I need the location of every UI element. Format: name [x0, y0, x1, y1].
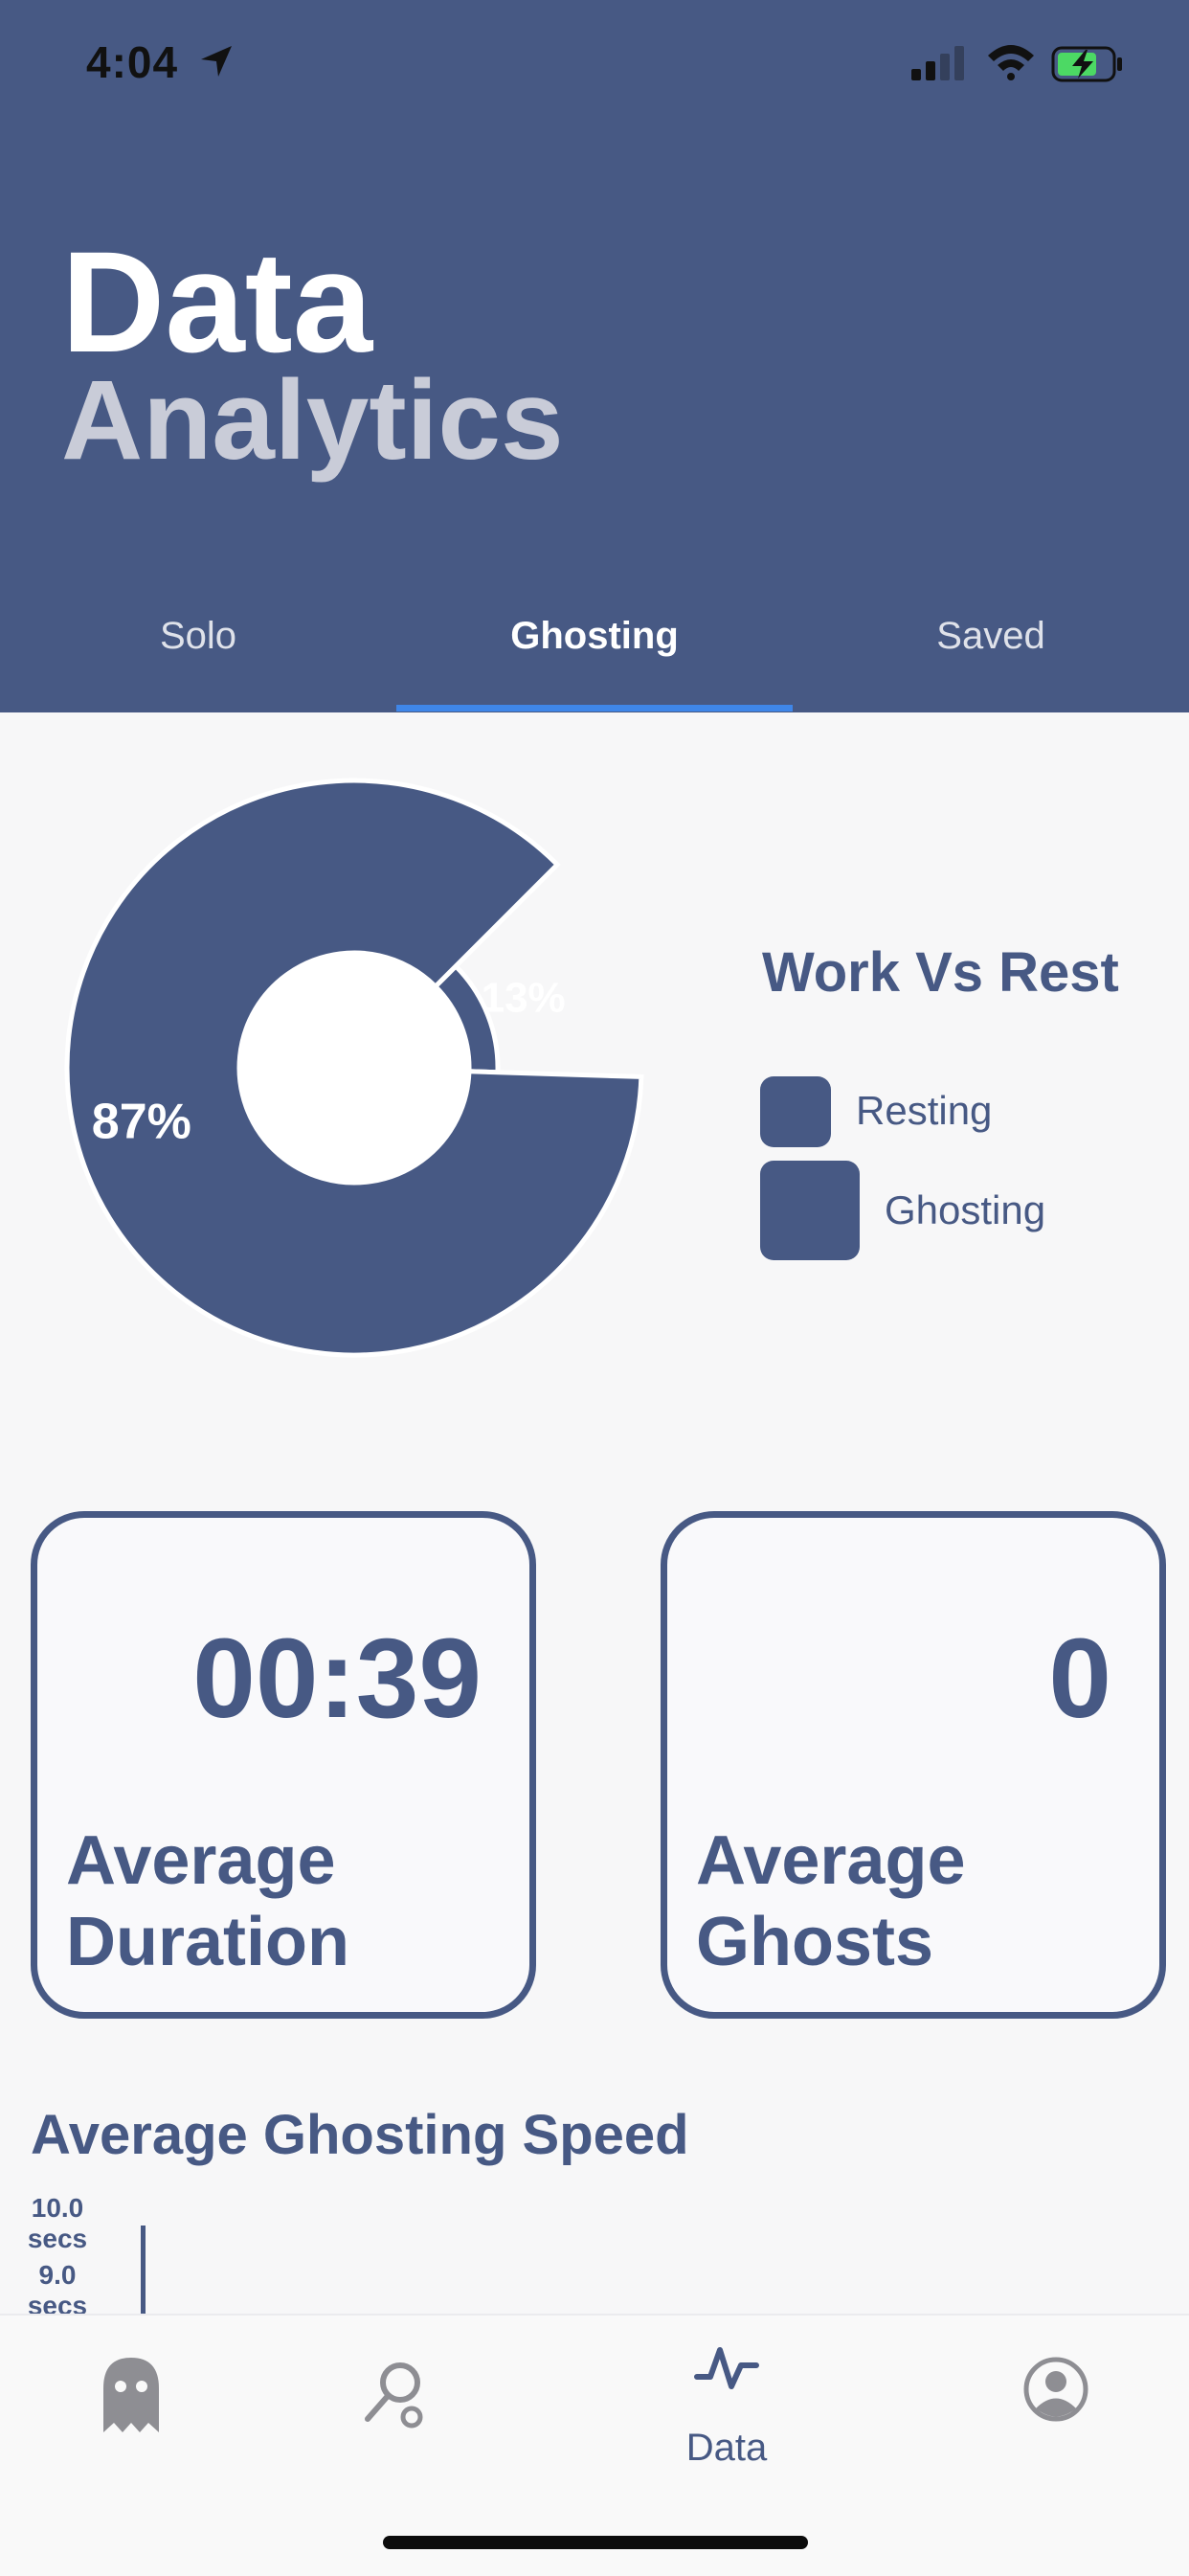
nav-search[interactable]	[325, 2356, 469, 2499]
cellular-signal-icon	[911, 46, 964, 80]
legend-swatch-resting	[760, 1076, 831, 1147]
nav-data-label: Data	[685, 2427, 768, 2469]
nav-ghost[interactable]	[59, 2356, 203, 2499]
status-bar: 4:04	[0, 0, 1189, 124]
status-time: 4:04	[86, 37, 179, 87]
active-tab-indicator	[396, 705, 793, 712]
legend-title: Work Vs Rest	[762, 941, 1119, 1004]
home-indicator	[383, 2536, 808, 2549]
average-duration-card: 00:39 Average Duration	[31, 1511, 536, 2019]
profile-icon	[1023, 2357, 1088, 2422]
average-duration-value: 00:39	[192, 1616, 482, 1742]
donut-hole	[239, 953, 469, 1183]
ghost-icon	[103, 2358, 159, 2432]
average-ghosts-label: Average Ghosts	[696, 1822, 966, 1980]
work-vs-rest-donut-chart: 13% 87%	[64, 778, 644, 1358]
header: 4:04 Data Analytics Solo Ghosting Saved	[0, 0, 1189, 712]
y-axis-line	[141, 2226, 146, 2314]
nav-data[interactable]: Data	[655, 2344, 798, 2488]
location-arrow-icon	[201, 46, 232, 77]
nav-profile[interactable]	[984, 2356, 1128, 2499]
pie-label-ghosting: 87%	[92, 1094, 191, 1149]
legend-label-ghosting: Ghosting	[885, 1187, 1046, 1232]
search-icon	[365, 2362, 423, 2429]
legend-swatch-ghosting	[760, 1161, 860, 1260]
tab-solo[interactable]: Solo	[0, 615, 396, 658]
pulse-icon	[694, 2347, 759, 2389]
pie-label-resting: 13%	[482, 975, 566, 1022]
page-subtitle: Analytics	[61, 357, 564, 484]
average-ghosts-value: 0	[1048, 1616, 1111, 1742]
tab-ghosting[interactable]: Ghosting	[396, 615, 793, 658]
y-tick-label: 9.0 secs	[27, 2260, 88, 2321]
page-title: Data	[61, 221, 373, 382]
average-duration-label: Average Duration	[66, 1822, 349, 1980]
battery-charging-icon	[1051, 46, 1122, 82]
speed-chart-title: Average Ghosting Speed	[31, 2104, 689, 2166]
tab-saved[interactable]: Saved	[793, 615, 1189, 658]
y-tick-label: 10.0 secs	[27, 2193, 88, 2254]
average-ghosts-card: 0 Average Ghosts	[661, 1511, 1166, 2019]
wifi-icon	[988, 45, 1034, 80]
legend-label-resting: Resting	[856, 1088, 993, 1133]
